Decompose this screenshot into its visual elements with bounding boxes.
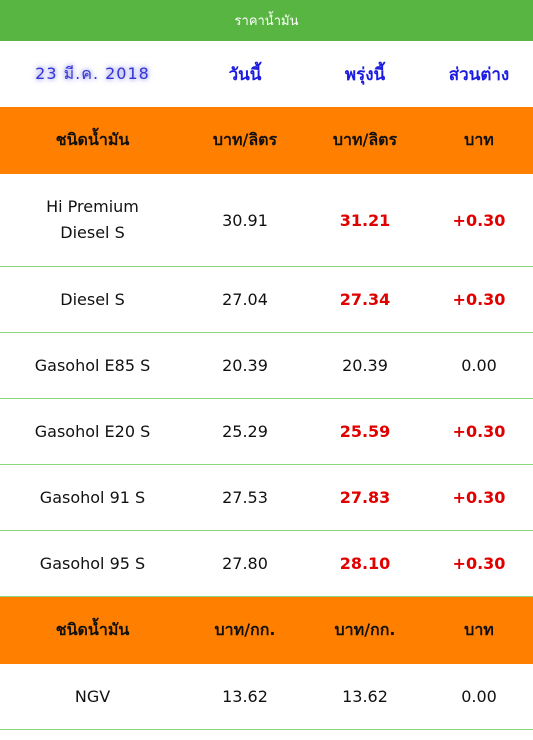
gas-price-table: NGV 13.62 13.62 0.00 [0, 664, 533, 730]
page-title: ราคาน้ำมัน [234, 14, 299, 29]
column-today-unit: บาท/กก. [214, 620, 276, 639]
price-tomorrow: 27.83 [339, 488, 391, 507]
fuel-name: Gasohol E20 S [34, 421, 151, 441]
fuel-section-header: ชนิดน้ำมัน บาท/ลิตร บาท/ลิตร บาท [0, 107, 533, 174]
fuel-name: Diesel S [60, 289, 125, 309]
price-tomorrow: 20.39 [342, 356, 388, 375]
difference-header: ส่วนต่าง [448, 64, 510, 85]
column-diff-unit: บาท [464, 130, 494, 149]
price-difference: +0.30 [452, 488, 506, 507]
fuel-name: NGV [74, 686, 111, 706]
fuel-price-table: Hi Premium Diesel S 30.91 31.21 +0.30 Diesel… [0, 174, 533, 597]
table-row: Gasohol 91 S 27.53 27.83 +0.30 [0, 465, 533, 531]
price-difference: 0.00 [461, 356, 497, 375]
date-header-row: 23 มี.ค. 2018 วันนี้ พรุ่งนี้ ส่วนต่าง [0, 41, 533, 107]
column-fuel-type: ชนิดน้ำมัน [55, 130, 130, 149]
price-today: 30.91 [222, 210, 268, 230]
price-tomorrow: 28.10 [339, 554, 391, 573]
price-tomorrow: 27.34 [339, 290, 391, 309]
column-tomorrow-unit: บาท/ลิตร [332, 130, 398, 149]
price-today: 13.62 [222, 687, 268, 706]
date-label: 23 มี.ค. 2018 [35, 63, 150, 83]
fuel-name: Gasohol 95 S [39, 553, 146, 573]
table-row: Gasohol 95 S 27.80 28.10 +0.30 [0, 531, 533, 597]
fuel-name: Hi Premium Diesel S [46, 197, 139, 242]
price-difference: 0.00 [461, 687, 497, 706]
table-row: Gasohol E20 S 25.29 25.59 +0.30 [0, 399, 533, 465]
column-tomorrow-unit: บาท/กก. [334, 620, 396, 639]
price-tomorrow: 31.21 [339, 210, 391, 230]
column-diff-unit: บาท [464, 620, 494, 639]
column-today-unit: บาท/ลิตร [212, 130, 278, 149]
price-today: 27.04 [222, 290, 268, 309]
table-row: Hi Premium Diesel S 30.91 31.21 +0.30 [0, 174, 533, 267]
gas-section-header: ชนิดน้ำมัน บาท/กก. บาท/กก. บาท [0, 597, 533, 664]
column-fuel-type: ชนิดน้ำมัน [55, 620, 130, 639]
app-title-bar: ราคาน้ำมัน [0, 0, 533, 41]
today-header: วันนี้ [228, 64, 262, 85]
price-today: 27.80 [222, 554, 268, 573]
price-tomorrow: 13.62 [342, 687, 388, 706]
table-row: NGV 13.62 13.62 0.00 [0, 664, 533, 730]
price-difference: +0.30 [452, 210, 506, 230]
table-row: Gasohol E85 S 20.39 20.39 0.00 [0, 333, 533, 399]
date-cell: 23 มี.ค. 2018 [0, 62, 185, 87]
price-difference: +0.30 [452, 290, 506, 309]
price-tomorrow: 25.59 [339, 422, 391, 441]
table-row: Diesel S 27.04 27.34 +0.30 [0, 267, 533, 333]
price-today: 27.53 [222, 488, 268, 507]
price-today: 20.39 [222, 356, 268, 375]
tomorrow-header: พรุ่งนี้ [344, 64, 386, 85]
price-today: 25.29 [222, 422, 268, 441]
price-difference: +0.30 [452, 554, 506, 573]
fuel-name: Gasohol E85 S [34, 355, 151, 375]
fuel-name: Gasohol 91 S [39, 487, 146, 507]
price-difference: +0.30 [452, 422, 506, 441]
